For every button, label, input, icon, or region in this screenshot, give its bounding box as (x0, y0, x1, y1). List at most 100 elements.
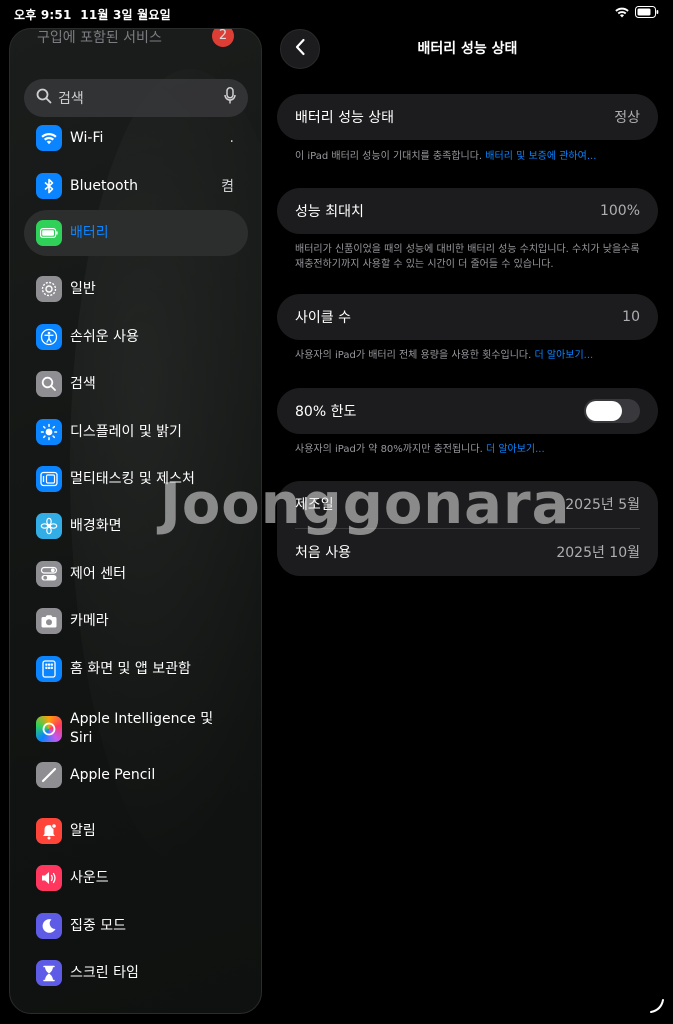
wifi-icon (36, 125, 62, 151)
wifi-value: . (229, 130, 234, 146)
corner-indicator (649, 998, 665, 1018)
cycle-count-footnote: 사용자의 iPad가 배터리 전체 용량을 사용한 횟수입니다. 더 알아보기.… (295, 350, 594, 361)
multitasking-icon (36, 466, 62, 492)
max-capacity-row: 성능 최대치 100% (277, 188, 658, 234)
cycle-count-value: 10 (622, 309, 640, 325)
search-icon (36, 88, 52, 108)
sidebar-item-screen-time[interactable]: 스크린 타임 (24, 950, 248, 996)
sidebar-item-label: 카메라 (70, 612, 109, 629)
max-capacity-footnote: 배터리가 신품이었을 때의 성능에 대비한 배터리 성능 수치입니다. 수치가 … (295, 244, 640, 270)
sidebar-item-sounds[interactable]: 사운드 (24, 855, 248, 901)
home-screen-icon (36, 656, 62, 682)
sidebar-item-bluetooth[interactable]: Bluetooth 켬 (24, 163, 248, 209)
accessibility-icon (36, 324, 62, 350)
sidebar-item-label: 디스플레이 및 밝기 (70, 423, 182, 440)
charge-limit-row: 80% 한도 (277, 388, 658, 434)
sidebar-item-camera[interactable]: 카메라 (24, 598, 248, 644)
sidebar-item-display[interactable]: 디스플레이 및 밝기 (24, 409, 248, 455)
sidebar-item-label: 집중 모드 (70, 917, 126, 934)
page-title: 배터리 성능 상태 (417, 41, 518, 57)
bluetooth-icon (36, 173, 62, 199)
manufacture-date-label: 제조일 (295, 497, 334, 513)
battery-health-row: 배터리 성능 상태 정상 (277, 94, 658, 140)
sidebar-item-control-center[interactable]: 제어 센터 (24, 551, 248, 597)
cycle-count-learn-more-link[interactable]: 더 알아보기... (534, 350, 593, 361)
sidebar-item-label: 멀티태스킹 및 제스처 (70, 470, 195, 487)
sidebar-item-label: Apple Pencil (70, 766, 156, 783)
settings-sidebar: 구입에 포함된 서비스 2 검색 Wi-Fi . Bluetooth 켬 배터리 (9, 28, 262, 1014)
gear-icon (36, 276, 62, 302)
manufacture-date-row: 제조일 2025년 5월 (277, 481, 658, 527)
sidebar-item-label: Apple Intelligence 및 Siri (70, 711, 214, 746)
search-icon (36, 371, 62, 397)
battery-health-label: 배터리 성능 상태 (295, 110, 395, 126)
sidebar-item-label: 배터리 (70, 224, 109, 241)
first-use-row: 처음 사용 2025년 10월 (277, 529, 658, 575)
sidebar-item-label: 일반 (70, 280, 96, 297)
cycle-count-card: 사이클 수 10 (277, 294, 658, 340)
manufacture-date-value: 2025년 5월 (565, 497, 640, 513)
battery-health-value: 정상 (614, 110, 640, 126)
charge-limit-footnote: 사용자의 iPad가 약 80%까지만 충전됩니다. 더 알아보기... (295, 444, 545, 455)
sidebar-item-label: 홈 화면 및 앱 보관함 (70, 660, 191, 677)
sidebar-item-label: 스크린 타임 (70, 964, 139, 981)
first-use-label: 처음 사용 (295, 545, 351, 561)
speaker-icon (36, 865, 62, 891)
moon-icon (36, 913, 62, 939)
sidebar-item-accessibility[interactable]: 손쉬운 사용 (24, 314, 248, 360)
first-use-value: 2025년 10월 (556, 545, 640, 561)
sidebar-item-apple-pencil[interactable]: Apple Pencil (24, 752, 248, 798)
microphone-icon[interactable] (224, 87, 236, 109)
brightness-icon (36, 419, 62, 445)
max-capacity-card: 성능 최대치 100% (277, 188, 658, 234)
search-input[interactable]: 검색 (24, 79, 248, 117)
status-bar: 오후 9:51 11월 3일 월요일 (0, 0, 673, 28)
charge-limit-card: 80% 한도 (277, 388, 658, 434)
toggle-knob (586, 401, 622, 421)
charge-limit-label: 80% 한도 (295, 404, 357, 420)
sidebar-item-search[interactable]: 검색 (24, 361, 248, 407)
toggles-icon (36, 561, 62, 587)
battery-icon (36, 220, 62, 246)
sidebar-item-label: 검색 (70, 375, 96, 392)
charge-limit-toggle[interactable] (584, 399, 640, 423)
charge-limit-learn-more-link[interactable]: 더 알아보기... (486, 444, 545, 455)
battery-warranty-link[interactable]: 배터리 및 보증에 관하여... (485, 151, 596, 162)
sidebar-item-focus[interactable]: 집중 모드 (24, 903, 248, 949)
sidebar-item-general[interactable]: 일반 (24, 266, 248, 312)
pencil-icon (36, 762, 62, 788)
battery-dates-card: 제조일 2025년 5월 처음 사용 2025년 10월 (277, 481, 658, 576)
sidebar-item-label: Wi-Fi (70, 129, 104, 146)
battery-health-footnote: 이 iPad 배터리 성능이 기대치를 충족합니다. 배터리 및 보증에 관하여… (295, 151, 597, 162)
sidebar-item-included-services[interactable]: 구입에 포함된 서비스 (37, 29, 162, 47)
sidebar-item-battery[interactable]: 배터리 (24, 210, 248, 256)
max-capacity-value: 100% (599, 203, 640, 219)
cycle-count-label: 사이클 수 (295, 310, 351, 326)
sidebar-item-home-screen[interactable]: 홈 화면 및 앱 보관함 (24, 646, 248, 692)
hourglass-icon (36, 960, 62, 986)
sidebar-item-wallpaper[interactable]: 배경화면 (24, 503, 248, 549)
sidebar-item-label: Bluetooth (70, 177, 138, 194)
sidebar-item-notifications[interactable]: 알림 (24, 808, 248, 854)
status-date: 11월 3일 월요일 (80, 8, 171, 22)
apple-intelligence-icon (36, 716, 62, 742)
battery-status-icon (635, 6, 659, 18)
sidebar-item-label: 제어 센터 (70, 565, 126, 582)
sidebar-item-label: 알림 (70, 822, 96, 839)
sidebar-item-wifi[interactable]: Wi-Fi . (24, 115, 248, 161)
cycle-count-row: 사이클 수 10 (277, 294, 658, 340)
notification-badge: 2 (212, 29, 234, 47)
bluetooth-value: 켬 (221, 179, 234, 195)
flower-icon (36, 513, 62, 539)
sidebar-item-apple-intelligence[interactable]: Apple Intelligence 및 Siri (24, 701, 248, 757)
search-placeholder: 검색 (58, 91, 84, 107)
camera-icon (36, 608, 62, 634)
wifi-status-icon (615, 7, 629, 18)
max-capacity-label: 성능 최대치 (295, 204, 364, 220)
bell-icon (36, 818, 62, 844)
sidebar-item-label: 손쉬운 사용 (70, 328, 139, 345)
sidebar-item-label: 배경화면 (70, 517, 122, 534)
sidebar-item-multitasking[interactable]: 멀티태스킹 및 제스처 (24, 456, 248, 502)
status-time: 오후 9:51 11월 3일 월요일 (14, 8, 171, 22)
sidebar-item-label: 사운드 (70, 869, 109, 886)
